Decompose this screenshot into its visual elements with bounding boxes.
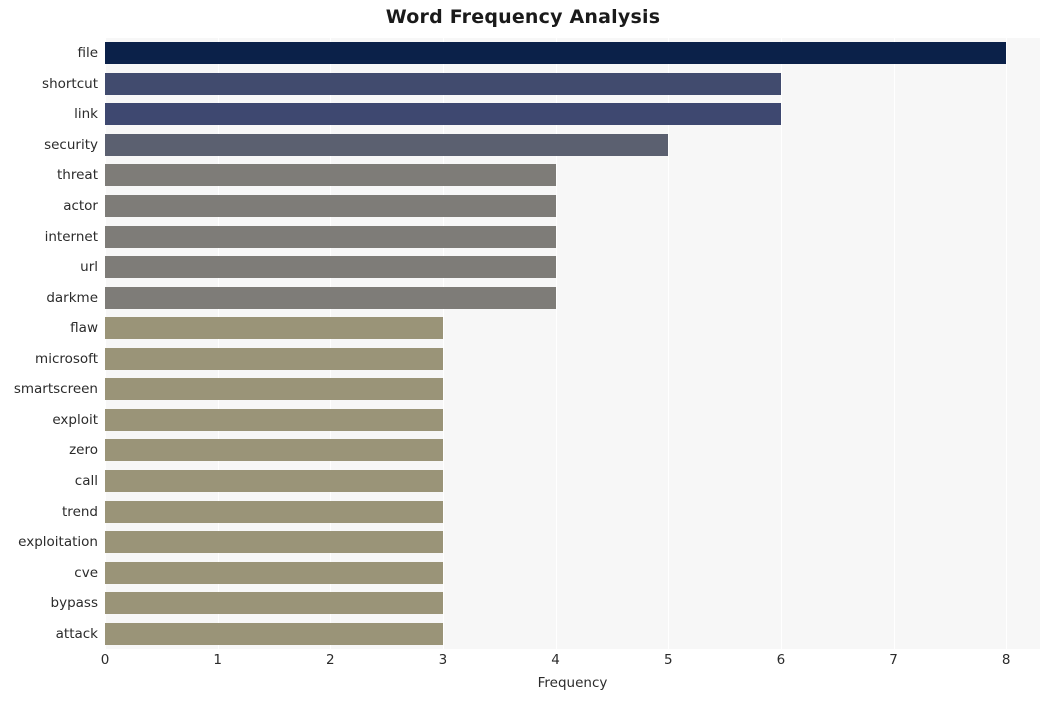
bar-exploitation[interactable]	[105, 531, 443, 554]
bar-row[interactable]	[105, 221, 1040, 252]
word-frequency-chart: Word Frequency Analysis file shortcut link…	[0, 0, 1046, 701]
bar-shortcut[interactable]	[105, 72, 781, 95]
bar-row[interactable]	[105, 99, 1040, 130]
bar-row[interactable]	[105, 313, 1040, 344]
y-tick-label: internet	[44, 228, 98, 245]
y-tick-label: smartscreen	[13, 381, 98, 398]
x-axis-tick-labels: 0 1 2 3 4 5 6 7 8	[101, 652, 1040, 672]
bar-row[interactable]	[105, 435, 1040, 466]
y-tick-label: cve	[74, 564, 98, 581]
y-tick-label: exploitation	[18, 534, 98, 551]
bar-zero[interactable]	[105, 439, 443, 462]
y-tick-label: link	[74, 106, 98, 123]
bar-cve[interactable]	[105, 561, 443, 584]
y-tick-label: threat	[57, 167, 98, 184]
bar-exploit[interactable]	[105, 408, 443, 431]
y-tick-label: zero	[69, 442, 98, 459]
x-tick-label: 6	[776, 652, 786, 668]
y-tick-label: actor	[63, 198, 98, 215]
bars-layer	[105, 38, 1040, 649]
x-tick-label: 0	[100, 652, 110, 668]
bar-row[interactable]	[105, 252, 1040, 283]
bar-row[interactable]	[105, 344, 1040, 375]
y-tick-label: microsoft	[35, 350, 98, 367]
bar-row[interactable]	[105, 130, 1040, 161]
y-tick-label: flaw	[70, 320, 98, 337]
bar-row[interactable]	[105, 588, 1040, 619]
y-tick-label: darkme	[46, 289, 98, 306]
y-tick-label: trend	[62, 503, 98, 520]
bar-url[interactable]	[105, 256, 556, 279]
bar-trend[interactable]	[105, 500, 443, 523]
y-tick-label: attack	[55, 625, 98, 642]
bar-darkme[interactable]	[105, 286, 556, 309]
bar-bypass[interactable]	[105, 592, 443, 615]
bar-row[interactable]	[105, 405, 1040, 436]
bar-security[interactable]	[105, 133, 669, 156]
plot-area	[105, 38, 1040, 649]
bar-row[interactable]	[105, 160, 1040, 191]
bar-row[interactable]	[105, 527, 1040, 558]
x-tick-label: 3	[438, 652, 448, 668]
bar-row[interactable]	[105, 374, 1040, 405]
x-tick-label: 5	[663, 652, 673, 668]
bar-row[interactable]	[105, 69, 1040, 100]
chart-title: Word Frequency Analysis	[385, 6, 661, 28]
y-tick-label: exploit	[52, 411, 98, 428]
x-tick-label: 2	[326, 652, 335, 668]
bar-row[interactable]	[105, 282, 1040, 313]
bar-call[interactable]	[105, 469, 443, 492]
bar-threat[interactable]	[105, 164, 556, 187]
bar-row[interactable]	[105, 557, 1040, 588]
y-tick-label: file	[77, 45, 98, 62]
x-tick-label: 8	[1001, 652, 1011, 668]
bar-row[interactable]	[105, 466, 1040, 497]
bar-file[interactable]	[105, 42, 1007, 65]
y-tick-label: bypass	[50, 595, 98, 612]
y-tick-label: call	[74, 472, 98, 489]
bar-microsoft[interactable]	[105, 347, 443, 370]
x-axis-title: Frequency	[537, 675, 608, 691]
y-axis-tick-labels: file shortcut link security threat actor inter…	[0, 38, 98, 649]
bar-row[interactable]	[105, 496, 1040, 527]
y-tick-label: url	[80, 259, 98, 276]
y-tick-label: shortcut	[42, 75, 98, 92]
bar-row[interactable]	[105, 38, 1040, 69]
bar-actor[interactable]	[105, 195, 556, 218]
x-tick-label: 1	[213, 652, 222, 668]
bar-smartscreen[interactable]	[105, 378, 443, 401]
bar-row[interactable]	[105, 191, 1040, 222]
bar-link[interactable]	[105, 103, 781, 126]
x-tick-label: 7	[889, 652, 898, 668]
bar-attack[interactable]	[105, 622, 443, 645]
bar-flaw[interactable]	[105, 317, 443, 340]
x-tick-label: 4	[551, 652, 560, 668]
bar-internet[interactable]	[105, 225, 556, 248]
bar-row[interactable]	[105, 618, 1040, 649]
y-tick-label: security	[44, 136, 98, 153]
